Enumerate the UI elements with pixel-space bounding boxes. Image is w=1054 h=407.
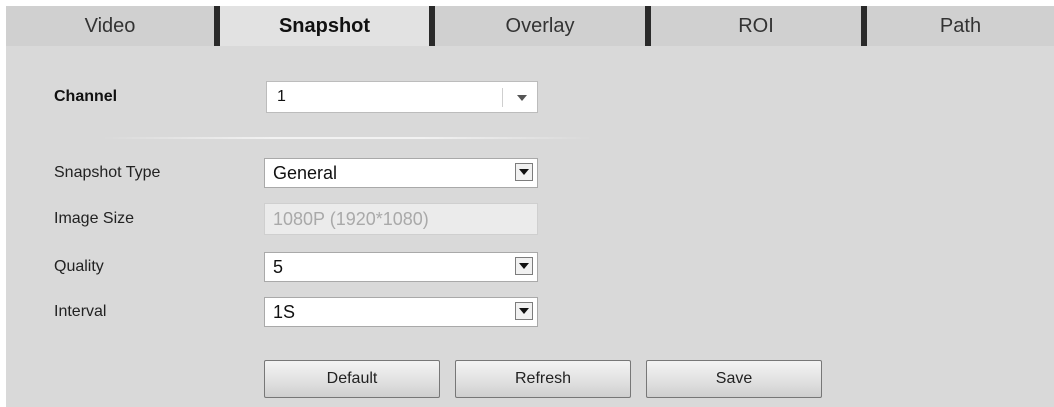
dropdown-button[interactable] xyxy=(515,302,533,320)
image-size-value: 1080P (1920*1080) xyxy=(273,209,429,229)
refresh-button[interactable]: Refresh xyxy=(455,360,631,398)
tab-roi[interactable]: ROI xyxy=(651,6,861,46)
interval-select[interactable]: 1S xyxy=(264,297,538,327)
default-button[interactable]: Default xyxy=(264,360,440,398)
channel-value: 1 xyxy=(277,88,286,105)
channel-label: Channel xyxy=(54,88,118,105)
save-button[interactable]: Save xyxy=(646,360,822,398)
image-size-label: Image Size xyxy=(54,210,135,227)
section-divider xyxy=(102,137,592,139)
chevron-down-icon xyxy=(517,95,527,101)
snapshot-type-select[interactable]: General xyxy=(264,158,538,188)
quality-select[interactable]: 5 xyxy=(264,252,538,282)
quality-label: Quality xyxy=(54,258,104,275)
snapshot-type-label: Snapshot Type xyxy=(54,164,161,181)
image-size-field: 1080P (1920*1080) xyxy=(264,203,538,235)
chevron-down-icon xyxy=(519,308,529,314)
tab-snapshot[interactable]: Snapshot xyxy=(220,6,429,46)
settings-panel: Channel 1 Snapshot Type General Image Si… xyxy=(6,46,1054,407)
tab-overlay[interactable]: Overlay xyxy=(435,6,645,46)
select-divider xyxy=(502,88,503,107)
dropdown-button[interactable] xyxy=(515,257,533,275)
tab-video[interactable]: Video xyxy=(6,6,214,46)
tab-bar: Video Snapshot Overlay ROI Path xyxy=(6,6,1054,46)
dropdown-button[interactable] xyxy=(515,163,533,181)
tab-path[interactable]: Path xyxy=(867,6,1054,46)
chevron-down-icon xyxy=(519,263,529,269)
interval-label: Interval xyxy=(54,303,107,320)
chevron-down-icon xyxy=(519,169,529,175)
channel-select[interactable]: 1 xyxy=(266,81,538,113)
quality-value: 5 xyxy=(273,257,284,277)
interval-value: 1S xyxy=(273,302,296,322)
snapshot-settings-window: Video Snapshot Overlay ROI Path Channel … xyxy=(0,0,1054,407)
snapshot-type-value: General xyxy=(273,163,338,183)
